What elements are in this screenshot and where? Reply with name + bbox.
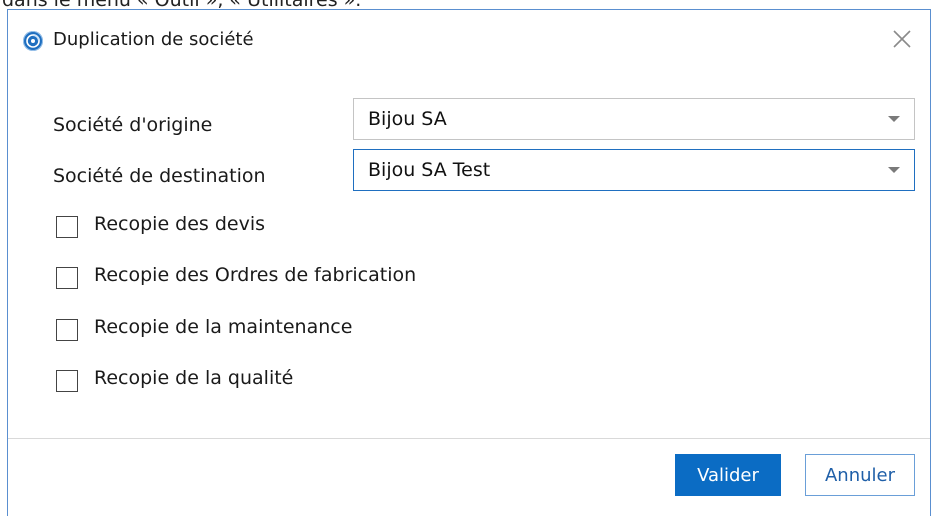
destination-company-value: Bijou SA Test	[368, 159, 491, 181]
option-label: Recopie des devis	[94, 213, 266, 235]
close-button[interactable]	[888, 25, 916, 53]
dialog-title: Duplication de société	[53, 29, 254, 50]
destination-company-label: Société de destination	[53, 165, 266, 187]
validate-button[interactable]: Valider	[675, 454, 781, 496]
option-label: Recopie des Ordres de fabrication	[94, 264, 417, 286]
duplication-dialog: Duplication de société Société d'origine…	[7, 9, 931, 516]
footer-divider	[8, 438, 930, 439]
checkbox[interactable]	[56, 319, 78, 341]
close-icon	[893, 30, 911, 48]
dropdown-arrow-icon	[888, 116, 900, 122]
dropdown-arrow-icon	[888, 167, 900, 173]
checkbox[interactable]	[56, 267, 78, 289]
dialog-titlebar: Duplication de société	[8, 10, 930, 64]
cancel-button[interactable]: Annuler	[805, 454, 915, 496]
screenshot-page: dans le menu « Outil », « Utilitaires ».…	[0, 0, 951, 516]
option-label: Recopie de la maintenance	[94, 316, 353, 338]
checkbox[interactable]	[56, 370, 78, 392]
destination-company-select[interactable]: Bijou SA Test	[353, 149, 915, 191]
option-label: Recopie de la qualité	[94, 367, 294, 389]
origin-company-select[interactable]: Bijou SA	[353, 98, 915, 140]
origin-company-label: Société d'origine	[53, 114, 213, 136]
origin-company-value: Bijou SA	[368, 108, 447, 130]
checkbox[interactable]	[56, 216, 78, 238]
app-logo-icon	[23, 31, 43, 51]
